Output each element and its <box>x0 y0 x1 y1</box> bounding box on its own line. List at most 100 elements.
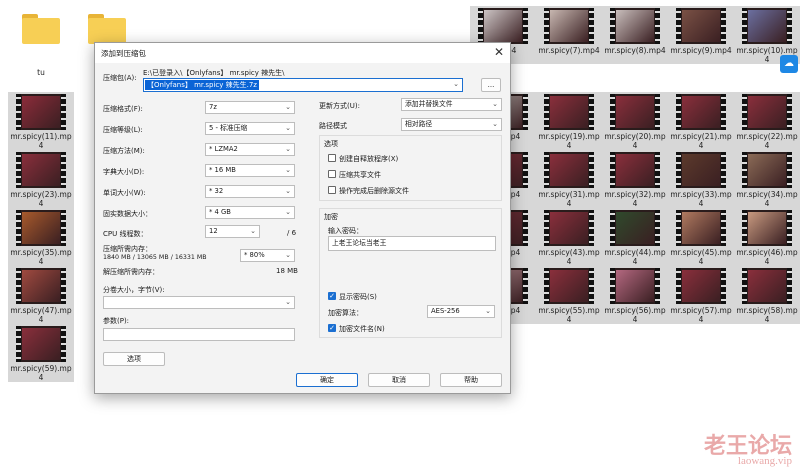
video-thumbnail <box>610 268 660 304</box>
setting-select[interactable]: * LZMA2 ⌄ <box>205 143 295 156</box>
video-thumbnail <box>16 152 66 188</box>
password-value: 上老王论坛当老王 <box>332 239 387 247</box>
setting-select[interactable]: * 16 MB ⌄ <box>205 164 295 177</box>
help-button[interactable]: 帮助 <box>440 373 502 387</box>
video-file-label: mr.spicy(23).mp4 <box>10 190 72 208</box>
cpu-threads-value: 12 <box>209 227 218 235</box>
shared-files-label: 压缩共享文件 <box>339 171 381 179</box>
setting-label: 固实数据大小： <box>103 210 152 218</box>
video-file-label: mr.spicy(9).mp4 <box>670 46 732 55</box>
parameters-input[interactable] <box>103 328 295 341</box>
split-size-label: 分卷大小，字节(V): <box>103 286 165 294</box>
browse-button[interactable]: ... <box>481 78 501 92</box>
video-file-item[interactable]: mr.spicy(11).mp4 <box>8 92 74 150</box>
memory-detail: 1840 MB / 13065 MB / 16331 MB <box>103 254 207 261</box>
video-file-item[interactable]: mr.spicy(59).mp4 <box>8 324 74 382</box>
password-label: 输入密码： <box>328 227 363 235</box>
video-file-item[interactable]: mr.spicy(44).mp4 <box>602 208 668 266</box>
video-file-label: mr.spicy(34).mp4 <box>736 190 798 208</box>
video-thumbnail <box>16 94 66 130</box>
chevron-down-icon: ⌄ <box>485 307 491 315</box>
video-file-item[interactable]: mr.spicy(58).mp4 <box>734 266 800 324</box>
video-file-item[interactable]: mr.spicy(23).mp4 <box>8 150 74 208</box>
video-file-label: mr.spicy(21).mp4 <box>670 132 732 150</box>
memory-percent-select[interactable]: * 80% ⌄ <box>240 249 295 262</box>
video-thumbnail <box>544 268 594 304</box>
video-thumbnail <box>676 268 726 304</box>
show-password-checkbox[interactable]: ✓ <box>328 292 336 300</box>
video-file-item[interactable]: mr.spicy(32).mp4 <box>602 150 668 208</box>
cpu-threads-max: / 6 <box>287 229 297 237</box>
video-thumbnail <box>544 8 594 44</box>
video-file-item[interactable]: mr.spicy(34).mp4 <box>734 150 800 208</box>
video-file-label: mr.spicy(59).mp4 <box>10 364 72 382</box>
folder-label: tu <box>37 68 45 77</box>
encrypt-names-checkbox[interactable]: ✓ <box>328 324 336 332</box>
video-file-item[interactable]: mr.spicy(19).mp4 <box>536 92 602 150</box>
memory-label: 压缩所需内存： <box>103 245 152 253</box>
split-size-select[interactable]: ⌄ <box>103 296 295 309</box>
chevron-down-icon[interactable]: ⌄ <box>453 80 459 88</box>
video-thumbnail <box>610 210 660 246</box>
shared-files-checkbox[interactable] <box>328 170 336 178</box>
setting-select[interactable]: 5 - 标准压缩 ⌄ <box>205 122 295 135</box>
path-mode-select[interactable]: 相对路径 ⌄ <box>401 118 502 131</box>
folder-tu[interactable]: tu <box>8 6 74 77</box>
video-file-item[interactable]: mr.spicy(43).mp4 <box>536 208 602 266</box>
update-mode-select[interactable]: 添加并替换文件 ⌄ <box>401 98 502 111</box>
video-file-item[interactable]: mr.spicy(7).mp4 <box>536 6 602 64</box>
setting-value: * 32 <box>209 187 224 195</box>
update-mode-value: 添加并替换文件 <box>405 100 453 108</box>
setting-value: * 16 MB <box>209 166 236 174</box>
encryption-method-select[interactable]: AES-256 ⌄ <box>427 305 495 318</box>
video-file-item[interactable]: mr.spicy(9).mp4 <box>668 6 734 64</box>
setting-select[interactable]: * 32 ⌄ <box>205 185 295 198</box>
video-file-item[interactable]: mr.spicy(45).mp4 <box>668 208 734 266</box>
close-icon[interactable]: ✕ <box>494 45 504 59</box>
video-file-item[interactable]: mr.spicy(35).mp4 <box>8 208 74 266</box>
video-file-item[interactable]: mr.spicy(46).mp4 <box>734 208 800 266</box>
setting-select[interactable]: * 4 GB ⌄ <box>205 206 295 219</box>
delete-after-label: 操作完成后删除源文件 <box>339 187 409 195</box>
options-group-title: 选项 <box>324 140 338 148</box>
delete-after-checkbox[interactable] <box>328 186 336 194</box>
video-file-item[interactable]: mr.spicy(57).mp4 <box>668 266 734 324</box>
video-file-label: mr.spicy(58).mp4 <box>736 306 798 324</box>
video-file-item[interactable]: mr.spicy(33).mp4 <box>668 150 734 208</box>
archive-path-input[interactable]: 【Onlyfans】 mr.spicy 辣先生.7z ⌄ <box>143 78 463 92</box>
video-file-item[interactable]: mr.spicy(56).mp4 <box>602 266 668 324</box>
chevron-down-icon: ⌄ <box>285 187 291 195</box>
video-file-item[interactable]: mr.spicy(21).mp4 <box>668 92 734 150</box>
dialog-title: 添加到压缩包 <box>101 49 146 58</box>
password-input[interactable]: 上老王论坛当老王 <box>328 236 496 251</box>
video-file-label: mr.spicy(56).mp4 <box>604 306 666 324</box>
video-thumbnail <box>742 8 792 44</box>
options-button[interactable]: 选项 <box>103 352 165 366</box>
video-file-item[interactable]: mr.spicy(8).mp4 <box>602 6 668 64</box>
video-file-label: mr.spicy(47).mp4 <box>10 306 72 324</box>
video-file-label: mr.spicy(31).mp4 <box>538 190 600 208</box>
video-thumbnail <box>16 210 66 246</box>
video-file-item[interactable]: mr.spicy(47).mp4 <box>8 266 74 324</box>
cloud-sync-icon[interactable]: ☁ <box>780 55 798 73</box>
cpu-threads-select[interactable]: 12 ⌄ <box>205 225 260 238</box>
setting-label: 字典大小(D): <box>103 168 145 176</box>
chevron-down-icon: ⌄ <box>285 145 291 153</box>
video-thumbnail <box>16 326 66 362</box>
video-file-item[interactable]: mr.spicy(55).mp4 <box>536 266 602 324</box>
sfx-checkbox[interactable] <box>328 154 336 162</box>
ok-button[interactable]: 确定 <box>296 373 358 387</box>
setting-label: 压缩等级(L): <box>103 126 143 134</box>
video-file-item[interactable]: mr.spicy(22).mp4 <box>734 92 800 150</box>
video-file-item[interactable]: mr.spicy(31).mp4 <box>536 150 602 208</box>
decompress-memory-label: 解压缩所需内存： <box>103 268 159 276</box>
video-thumbnail <box>742 94 792 130</box>
video-file-item[interactable]: mr.spicy(20).mp4 <box>602 92 668 150</box>
setting-select[interactable]: 7z ⌄ <box>205 101 295 114</box>
folder-icon <box>22 14 60 44</box>
cancel-button[interactable]: 取消 <box>368 373 430 387</box>
video-file-label: mr.spicy(11).mp4 <box>10 132 72 150</box>
video-file-label: mr.spicy(8).mp4 <box>604 46 666 55</box>
setting-label: 压缩方法(M): <box>103 147 145 155</box>
chevron-down-icon: ⌄ <box>285 208 291 216</box>
